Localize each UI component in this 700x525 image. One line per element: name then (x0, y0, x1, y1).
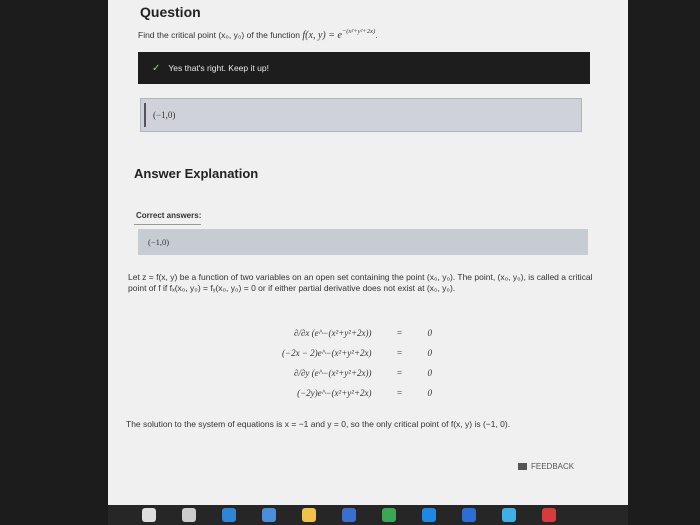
equals-sign: = (396, 368, 403, 378)
question-prompt-text: Find the critical point (x₀, y₀) of the … (138, 30, 301, 40)
equation-lhs: ∂/∂x (e^−(x²+y²+2x)) (294, 328, 372, 338)
equals-sign: = (396, 388, 403, 398)
check-icon: ✓ (152, 62, 161, 74)
equation-rhs: 0 (427, 328, 433, 338)
question-prompt: Find the critical point (x₀, y₀) of the … (138, 28, 378, 41)
question-function: f(x, y) = e (302, 30, 342, 41)
equation-row: (−2x − 2)e^−(x²+y²+2x) = 0 (278, 343, 436, 363)
store-icon[interactable] (262, 508, 276, 522)
mail-icon[interactable] (462, 508, 476, 522)
feedback-icon (518, 463, 527, 470)
calendar-icon[interactable] (502, 508, 516, 522)
correct-answer-box: (−1,0) (138, 229, 588, 255)
correct-answer-value: (−1,0) (148, 237, 170, 247)
feedback-banner: ✓ Yes that's right. Keep it up! (138, 52, 590, 84)
task-view-icon[interactable] (182, 508, 196, 522)
equals-sign: = (396, 328, 403, 338)
photos-icon[interactable] (342, 508, 356, 522)
question-heading: Question (140, 4, 201, 20)
equation-row: (−2y)e^−(x²+y²+2x) = 0 (278, 383, 436, 403)
question-exponent: −(x²+y²+2x) (341, 28, 376, 35)
explanation-paragraph: Let z = f(x, y) be a function of two var… (128, 272, 593, 293)
explanation-heading: Answer Explanation (134, 166, 259, 181)
answer-input[interactable]: (−1,0) (140, 98, 582, 132)
search-icon[interactable] (142, 508, 156, 522)
edge-icon[interactable] (222, 508, 236, 522)
equation-lhs: ∂/∂y (e^−(x²+y²+2x)) (294, 368, 372, 378)
taskbar (108, 505, 628, 525)
feedback-button[interactable]: FEEDBACK (518, 462, 574, 471)
answer-value: (−1,0) (153, 110, 176, 120)
question-period: . (375, 30, 378, 40)
explanation-conclusion: The solution to the system of equations … (126, 419, 511, 429)
correct-answers-label: Correct answers: (133, 211, 202, 225)
feedback-message: Yes that's right. Keep it up! (168, 63, 269, 73)
feedback-button-label: FEEDBACK (531, 462, 575, 471)
equation-lhs: (−2x − 2)e^−(x²+y²+2x) (282, 348, 372, 358)
equation-row: ∂/∂x (e^−(x²+y²+2x)) = 0 (278, 323, 436, 343)
browser-content: Question Find the critical point (x₀, y₀… (108, 0, 628, 505)
equation-lhs: (−2y)e^−(x²+y²+2x) (297, 388, 372, 398)
equation-rhs: 0 (427, 388, 433, 398)
app-icon[interactable] (542, 508, 556, 522)
explorer-icon[interactable] (302, 508, 316, 522)
equation-rhs: 0 (427, 368, 433, 378)
equation-rhs: 0 (427, 348, 433, 358)
vscode-icon[interactable] (422, 508, 436, 522)
equation-system: ∂/∂x (e^−(x²+y²+2x)) = 0 (−2x − 2)e^−(x²… (278, 323, 436, 403)
chrome-icon[interactable] (382, 508, 396, 522)
equation-row: ∂/∂y (e^−(x²+y²+2x)) = 0 (278, 363, 436, 383)
equals-sign: = (396, 348, 403, 358)
